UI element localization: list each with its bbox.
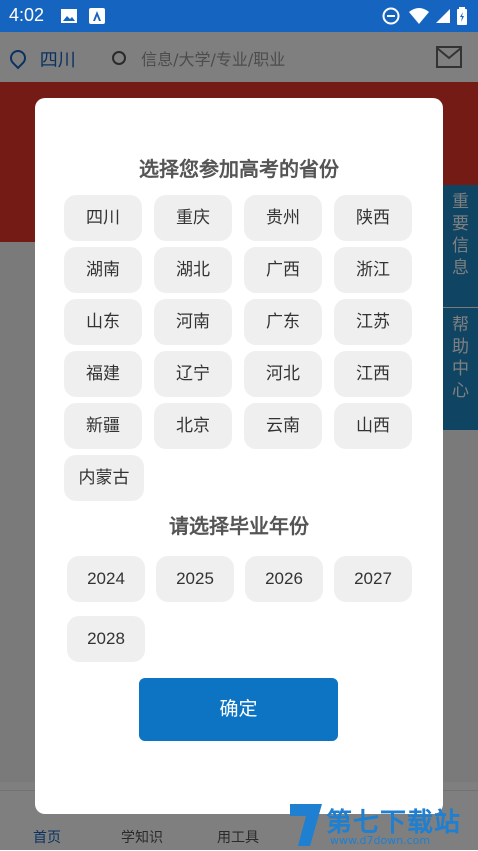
province-chip[interactable]: 广西 xyxy=(244,247,322,293)
province-chip[interactable]: 重庆 xyxy=(154,195,232,241)
status-bar: 4:02 xyxy=(0,0,478,32)
province-chip[interactable]: 河南 xyxy=(154,299,232,345)
wifi-icon xyxy=(409,8,429,24)
province-year-dialog: 选择您参加高考的省份 四川 重庆 贵州 陕西 湖南 湖北 广西 浙江 山东 河南… xyxy=(35,98,443,814)
province-chip[interactable]: 内蒙古 xyxy=(64,455,144,501)
year-chip[interactable]: 2026 xyxy=(245,556,323,602)
province-chip[interactable]: 云南 xyxy=(244,403,322,449)
province-chip[interactable]: 江西 xyxy=(334,351,412,397)
province-chip[interactable]: 湖南 xyxy=(64,247,142,293)
province-chip[interactable]: 江苏 xyxy=(334,299,412,345)
province-chip[interactable]: 陕西 xyxy=(334,195,412,241)
province-chip[interactable]: 新疆 xyxy=(64,403,142,449)
province-chip[interactable]: 四川 xyxy=(64,195,142,241)
province-chip[interactable]: 浙江 xyxy=(334,247,412,293)
province-chip[interactable]: 广东 xyxy=(244,299,322,345)
year-chip[interactable]: 2027 xyxy=(334,556,412,602)
app-notification-icon xyxy=(89,8,105,24)
province-chip[interactable]: 湖北 xyxy=(154,247,232,293)
image-icon xyxy=(61,9,77,23)
province-chip[interactable]: 福建 xyxy=(64,351,142,397)
province-chip[interactable]: 辽宁 xyxy=(154,351,232,397)
province-chip[interactable]: 山西 xyxy=(334,403,412,449)
province-chip[interactable]: 山东 xyxy=(64,299,142,345)
battery-icon xyxy=(457,7,467,25)
confirm-button[interactable]: 确定 xyxy=(139,678,338,741)
year-title: 请选择毕业年份 xyxy=(169,514,309,538)
province-chip[interactable]: 河北 xyxy=(244,351,322,397)
province-chip[interactable]: 贵州 xyxy=(244,195,322,241)
do-not-disturb-icon xyxy=(382,7,400,25)
signal-icon xyxy=(436,9,450,23)
watermark-logo-icon xyxy=(290,804,322,846)
year-chip[interactable]: 2025 xyxy=(156,556,234,602)
year-chip[interactable]: 2024 xyxy=(67,556,145,602)
year-chip[interactable]: 2028 xyxy=(67,616,145,662)
province-chip[interactable]: 北京 xyxy=(154,403,232,449)
watermark-url: www.d7down.com xyxy=(330,834,431,847)
status-time: 4:02 xyxy=(9,5,45,25)
province-title: 选择您参加高考的省份 xyxy=(139,157,339,181)
